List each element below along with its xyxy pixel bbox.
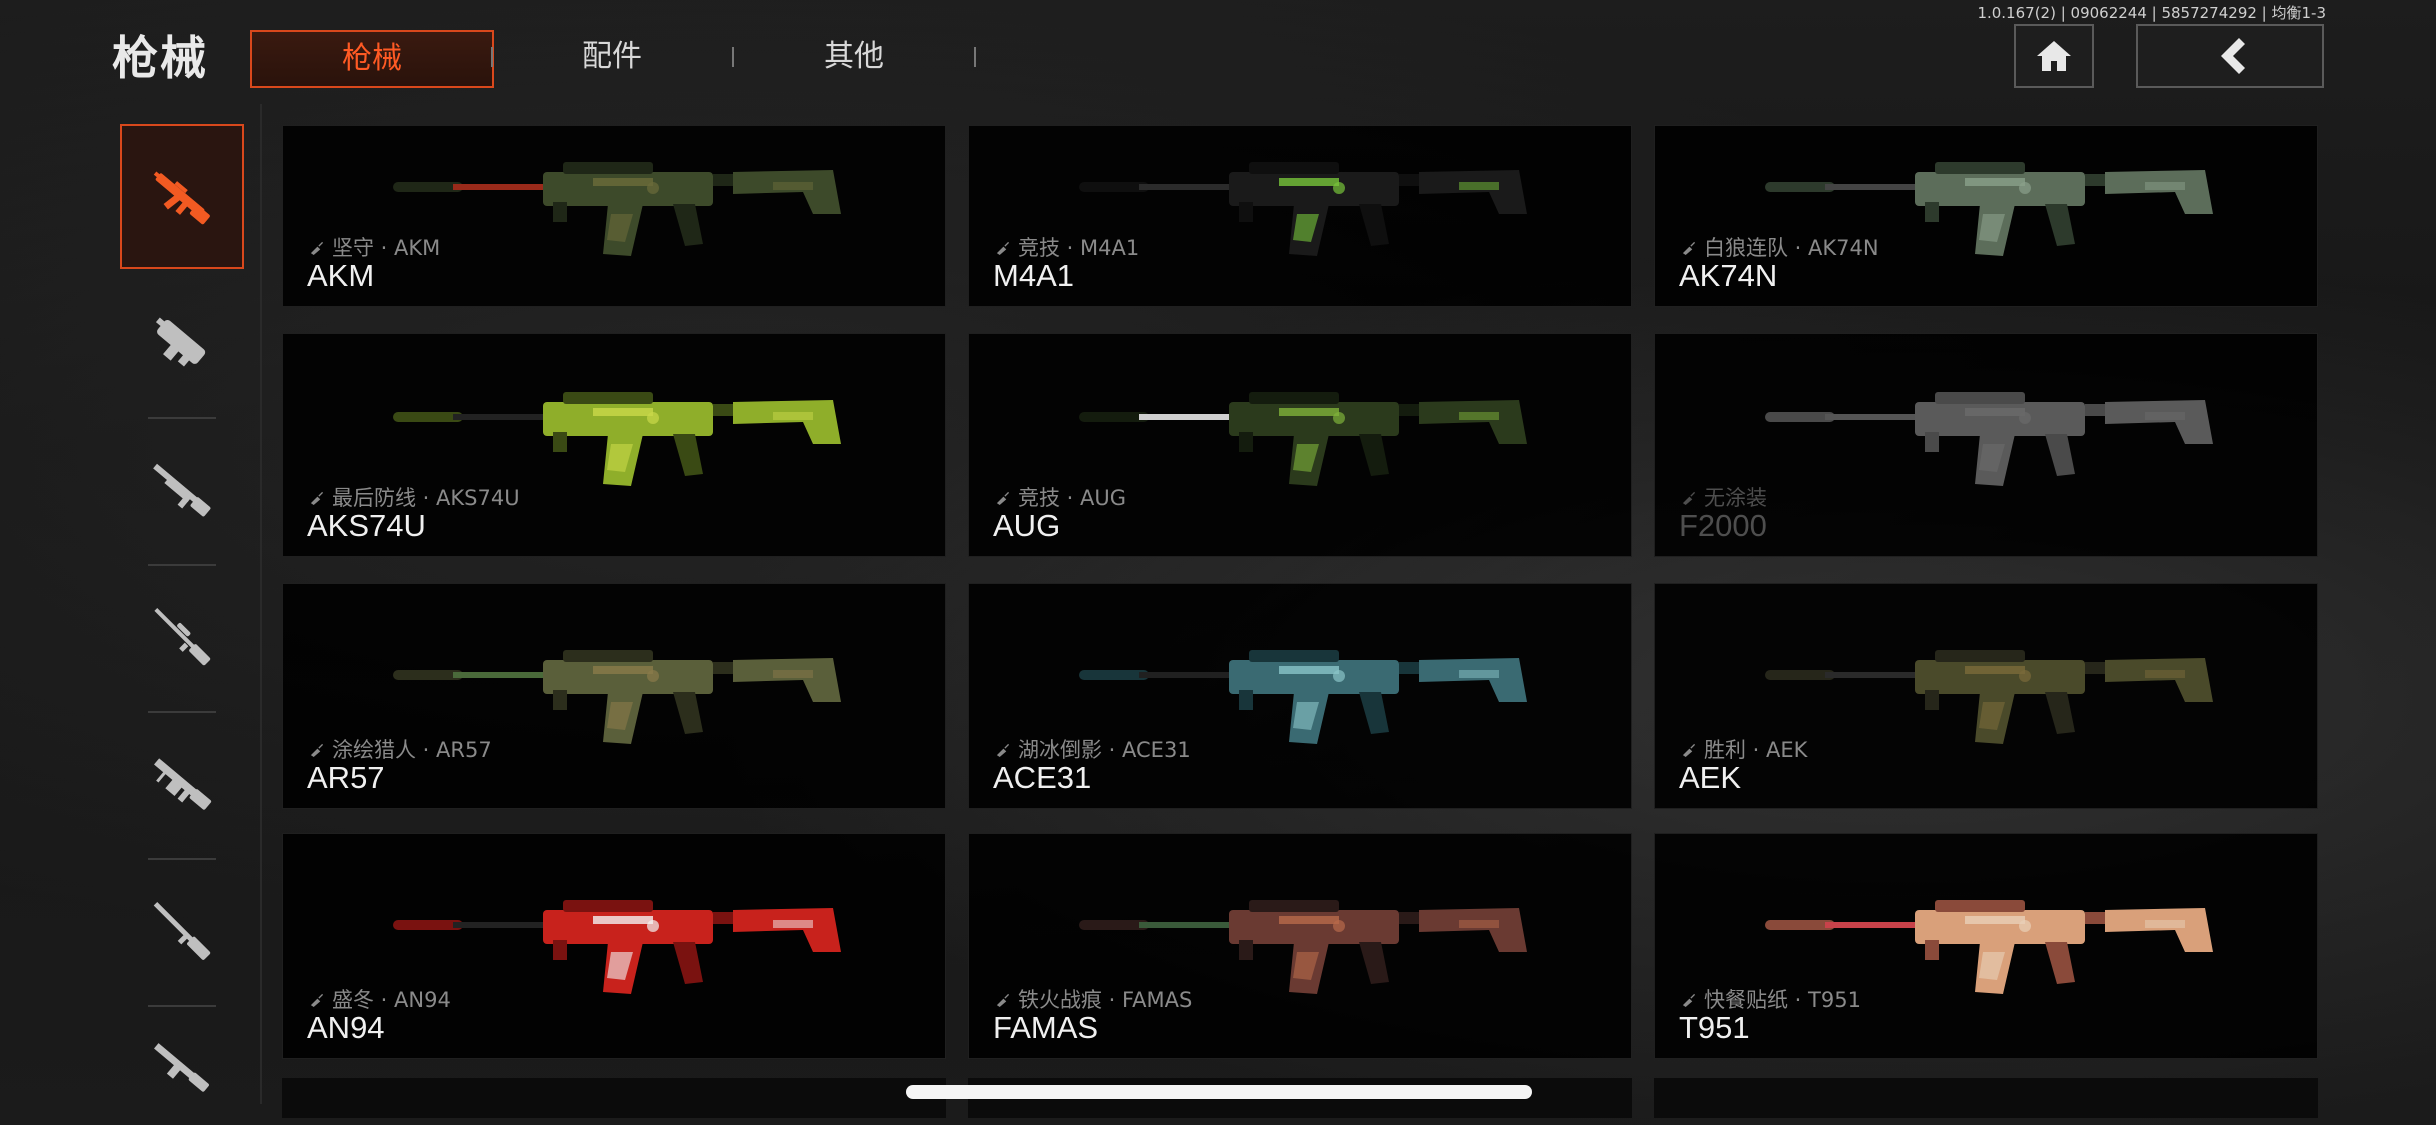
weapon-card[interactable]: 铁火战痕 · FAMAS FAMAS xyxy=(968,833,1632,1059)
home-indicator-bar[interactable] xyxy=(906,1085,1532,1099)
category-smg[interactable] xyxy=(120,274,244,414)
tab-other[interactable]: 其他 xyxy=(734,30,974,84)
sidebar-separator xyxy=(148,711,216,713)
weapon-image xyxy=(1079,392,1527,486)
brush-tag-icon xyxy=(996,743,1010,757)
weapon-name: AEK xyxy=(1679,760,1742,795)
brush-tag-icon xyxy=(1682,491,1696,505)
weapon-card[interactable]: 白狼连队 · AK74N AK74N xyxy=(1654,125,2318,307)
sidebar-separator xyxy=(148,1005,216,1007)
brush-tag-icon xyxy=(310,241,324,255)
category-sniper[interactable] xyxy=(120,567,244,707)
category-marksman[interactable] xyxy=(120,861,244,1001)
home-icon xyxy=(2037,41,2071,71)
sidebar-divider xyxy=(260,104,262,1104)
weapon-card[interactable]: 最后防线 · AKS74U AKS74U xyxy=(282,333,946,557)
weapon-name: ACE31 xyxy=(993,760,1092,795)
weapon-card[interactable]: 盛冬 · AN94 AN94 xyxy=(282,833,946,1059)
weapon-name: T951 xyxy=(1679,1010,1750,1045)
weapon-name: F2000 xyxy=(1679,508,1767,543)
sidebar-separator xyxy=(148,417,216,419)
home-button[interactable] xyxy=(2014,24,2094,88)
sniper-rifle-icon xyxy=(154,608,211,666)
shotgun-icon xyxy=(153,463,211,517)
brush-tag-icon xyxy=(1682,743,1696,757)
smg-icon xyxy=(155,317,206,367)
brush-tag-icon xyxy=(310,993,324,1007)
partial-card xyxy=(282,1078,946,1118)
top-bar: 枪械 枪械 配件 其他 1.0.167(2) | 09062244 | 5857… xyxy=(0,0,2436,104)
weapon-name: AKM xyxy=(307,258,375,293)
tab-attachments[interactable]: 配件 xyxy=(492,30,732,84)
brush-tag-icon xyxy=(996,241,1010,255)
weapon-card[interactable]: 涂绘猎人 · AR57 AR57 xyxy=(282,583,946,809)
sidebar-separator xyxy=(148,564,216,566)
category-pistol[interactable] xyxy=(120,1008,244,1125)
category-assault-rifle[interactable] xyxy=(120,124,244,269)
weapon-image xyxy=(1079,162,1527,256)
brush-tag-icon xyxy=(1682,241,1696,255)
tab-firearms[interactable]: 枪械 xyxy=(250,30,494,88)
weapon-image xyxy=(1765,392,2213,486)
category-shotgun[interactable] xyxy=(120,420,244,560)
back-button[interactable] xyxy=(2136,24,2324,88)
weapon-card[interactable]: 坚守 · AKM AKM xyxy=(282,125,946,307)
weapon-image xyxy=(393,162,841,256)
tab-separator xyxy=(974,47,976,67)
weapon-card[interactable]: 快餐贴纸 · T951 T951 xyxy=(1654,833,2318,1059)
weapon-card[interactable]: 无涂装 F2000 xyxy=(1654,333,2318,557)
weapon-image xyxy=(393,900,841,994)
sidebar-separator xyxy=(148,858,216,860)
brush-tag-icon xyxy=(1682,993,1696,1007)
weapon-card[interactable]: 竞技 · M4A1 M4A1 xyxy=(968,125,1632,307)
assault-rifle-icon xyxy=(153,171,210,224)
weapon-image xyxy=(1765,650,2213,744)
lmg-icon xyxy=(154,758,212,810)
weapon-category-sidebar xyxy=(120,124,244,1125)
category-lmg[interactable] xyxy=(120,714,244,854)
weapon-name: AR57 xyxy=(307,760,385,795)
marksman-rifle-icon xyxy=(153,902,211,960)
partial-card xyxy=(1654,1078,2318,1118)
pistol-icon xyxy=(154,1043,209,1092)
weapon-name: AK74N xyxy=(1679,258,1778,293)
brush-tag-icon xyxy=(996,491,1010,505)
version-text: 1.0.167(2) | 09062244 | 5857274292 | 均衡1… xyxy=(1977,4,2326,22)
page-title: 枪械 xyxy=(112,31,208,85)
weapon-card[interactable]: 竞技 · AUG AUG xyxy=(968,333,1632,557)
weapon-name: M4A1 xyxy=(993,258,1074,293)
brush-tag-icon xyxy=(996,993,1010,1007)
weapon-card[interactable]: 胜利 · AEK AEK xyxy=(1654,583,2318,809)
weapon-name: AN94 xyxy=(307,1010,385,1045)
weapon-card[interactable]: 湖冰倒影 · ACE31 ACE31 xyxy=(968,583,1632,809)
weapon-name: AUG xyxy=(993,508,1061,543)
brush-tag-icon xyxy=(310,491,324,505)
brush-tag-icon xyxy=(310,743,324,757)
back-arrow-icon xyxy=(2221,38,2245,74)
weapon-name: AKS74U xyxy=(307,508,426,543)
weapon-name: FAMAS xyxy=(993,1010,1099,1045)
